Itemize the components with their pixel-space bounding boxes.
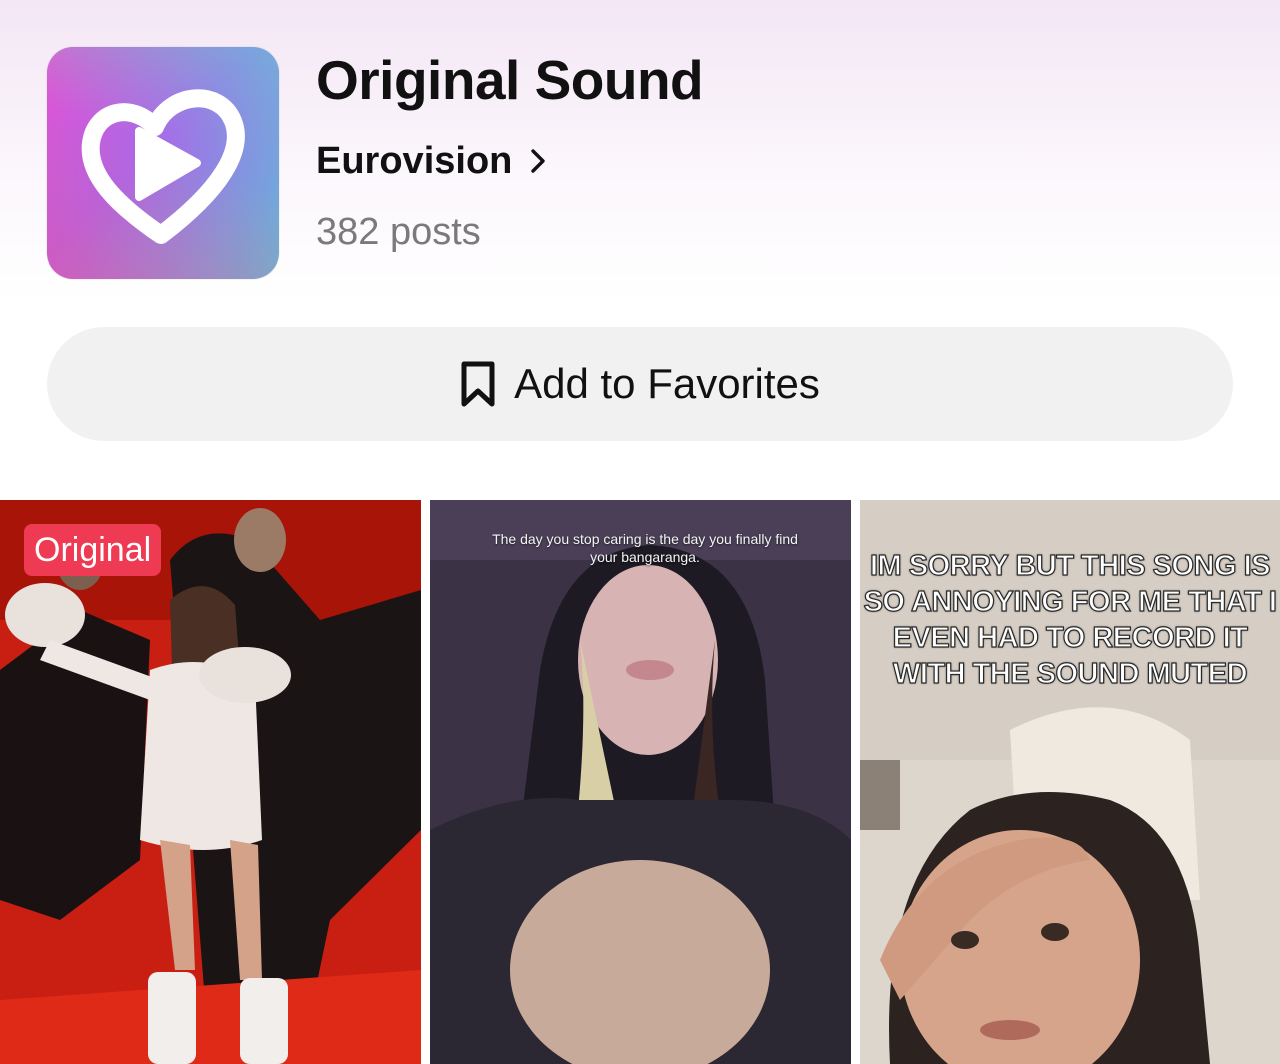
video-thumbnail-2[interactable]: The day you stop caring is the day you f… <box>430 500 851 1064</box>
sound-cover-icon <box>47 47 279 279</box>
add-to-favorites-button[interactable]: Add to Favorites <box>47 327 1233 441</box>
video-caption-2: The day you stop caring is the day you f… <box>492 531 798 565</box>
sound-title: Original Sound <box>316 49 704 111</box>
original-badge: Original <box>24 524 162 576</box>
artist-link[interactable]: Eurovision <box>316 137 546 185</box>
post-count: 382 posts <box>316 211 481 253</box>
artist-name: Eurovision <box>316 140 513 182</box>
selfie-image <box>430 500 851 1064</box>
video-grid: Original The day you stop caring is the … <box>0 500 1280 1064</box>
video-caption-3: IM SORRY BUT THIS SONG IS SO ANNOYING FO… <box>863 549 1278 690</box>
bookmark-icon <box>461 361 495 407</box>
performer-image <box>0 500 421 1064</box>
video-thumbnail-1[interactable]: Original <box>0 500 421 1064</box>
add-to-favorites-label: Add to Favorites <box>514 360 820 407</box>
chevron-right-icon <box>531 149 546 173</box>
video-thumbnail-3[interactable]: IM SORRY BUT THIS SONG IS SO ANNOYING FO… <box>860 500 1280 1064</box>
heart-play-icon <box>81 89 245 244</box>
